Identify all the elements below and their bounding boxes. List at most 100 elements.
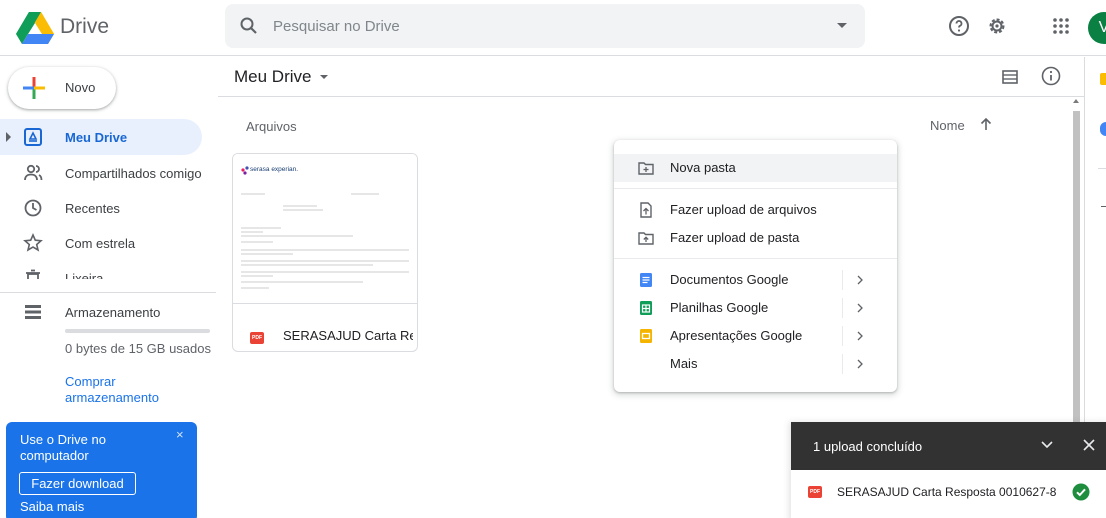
help-icon[interactable]: [947, 14, 971, 38]
expand-arrow-icon[interactable]: [6, 132, 11, 142]
settings-icon[interactable]: [985, 14, 1009, 38]
menu-item-label: Fazer upload de arquivos: [670, 202, 817, 217]
menu-item-google-slides[interactable]: Apresentações Google: [614, 322, 897, 350]
pdf-file-icon: PDF: [250, 332, 264, 344]
upload-panel-header: 1 upload concluído: [791, 422, 1106, 470]
menu-item-label: Planilhas Google: [670, 300, 769, 315]
plus-icon: [23, 77, 45, 99]
menu-item-separator: [842, 354, 843, 374]
calendar-addon-icon[interactable]: [1100, 73, 1106, 85]
files-section-label: Arquivos: [246, 119, 297, 134]
sidebar-item-trash[interactable]: Lixeira: [0, 260, 202, 279]
search-options-icon[interactable]: [837, 23, 847, 28]
close-icon[interactable]: ×: [176, 427, 184, 442]
sidebar-item-label: Meu Drive: [65, 130, 128, 145]
chevron-down-icon[interactable]: [1041, 441, 1053, 449]
user-avatar[interactable]: V: [1088, 12, 1106, 44]
file-card[interactable]: serasa experian. PDF SERASAJUD Carta Re.…: [232, 153, 418, 352]
new-button[interactable]: Novo: [8, 67, 116, 109]
chevron-right-icon[interactable]: [857, 331, 863, 341]
chevron-right-icon[interactable]: [857, 359, 863, 369]
menu-divider: [614, 188, 897, 189]
list-view-icon[interactable]: [1000, 67, 1020, 87]
sidebar-item-shared[interactable]: Compartilhados comigo: [0, 155, 202, 191]
pdf-file-icon: PDF: [808, 486, 822, 498]
menu-item-separator: [842, 270, 843, 290]
menu-item-more[interactable]: Mais: [614, 350, 897, 378]
menu-item-label: Apresentações Google: [670, 328, 803, 343]
sidebar-item-starred[interactable]: Com estrela: [0, 225, 202, 261]
file-name[interactable]: SERASAJUD Carta Re...: [283, 328, 413, 343]
sidebar-item-recent[interactable]: Recentes: [0, 190, 202, 226]
file-thumbnail: serasa experian.: [233, 154, 417, 303]
file-name-row[interactable]: PDF SERASAJUD Carta Re...: [233, 303, 417, 351]
search-input[interactable]: [273, 14, 813, 38]
google-sheets-icon: [640, 301, 652, 315]
add-addon-icon[interactable]: [1101, 206, 1106, 207]
download-button[interactable]: Fazer download: [19, 472, 136, 495]
menu-item-separator: [842, 298, 843, 318]
sidebar-item-label: Com estrela: [65, 236, 136, 251]
menu-divider: [614, 258, 897, 259]
menu-item-label: Nova pasta: [670, 160, 736, 175]
buy-storage-link[interactable]: Comprar armazenamento: [65, 374, 175, 406]
file-upload-icon: [640, 202, 652, 218]
chevron-down-icon[interactable]: [320, 75, 328, 79]
upload-panel-title: 1 upload concluído: [813, 439, 923, 454]
drive-logo-icon[interactable]: [16, 12, 54, 44]
sidebar-item-label: Recentes: [65, 201, 120, 216]
menu-item-label: Fazer upload de pasta: [670, 230, 800, 245]
shared-icon: [24, 164, 43, 181]
storage-usage-bar: [65, 329, 210, 333]
chevron-right-icon[interactable]: [857, 275, 863, 285]
new-folder-icon: [638, 162, 654, 175]
chevron-right-icon[interactable]: [857, 303, 863, 313]
upload-status-panel: 1 upload concluído PDF SERASAJUD Carta R…: [791, 422, 1106, 518]
storage-icon: [25, 305, 41, 319]
menu-item-upload-folder[interactable]: Fazer upload de pasta: [614, 224, 897, 252]
nav-scroll-clip: Lixeira: [0, 257, 216, 279]
check-circle-icon: [1072, 483, 1090, 501]
star-icon: [23, 233, 43, 252]
scroll-up-icon[interactable]: [1073, 99, 1079, 103]
google-docs-icon: [640, 273, 652, 287]
page-title[interactable]: Meu Drive: [234, 67, 311, 87]
main-header: Meu Drive: [218, 57, 1084, 97]
storage-usage-text: 0 bytes de 15 GB usados: [65, 341, 211, 356]
search-icon[interactable]: [239, 16, 259, 36]
my-drive-icon: [24, 128, 42, 146]
sidebar-item-storage[interactable]: Armazenamento: [0, 294, 202, 330]
google-slides-icon: [640, 329, 652, 343]
search-bar[interactable]: [225, 4, 865, 48]
close-icon[interactable]: [1082, 438, 1096, 452]
sidebar-item-label: Compartilhados comigo: [65, 166, 202, 181]
sidebar-item-my-drive[interactable]: Meu Drive: [0, 119, 202, 155]
upload-item-row[interactable]: PDF SERASAJUD Carta Resposta 0010627-87.…: [791, 470, 1106, 518]
menu-item-upload-files[interactable]: Fazer upload de arquivos: [614, 196, 897, 224]
new-button-label: Novo: [65, 80, 96, 95]
tasks-addon-icon[interactable]: [1100, 122, 1106, 136]
info-icon[interactable]: [1040, 65, 1062, 87]
thumbnail-brand-text: serasa experian.: [250, 166, 298, 173]
menu-item-label: Documentos Google: [670, 272, 789, 287]
sort-label[interactable]: Nome: [930, 118, 965, 133]
storage-label: Armazenamento: [65, 305, 161, 320]
menu-item-new-folder[interactable]: Nova pasta: [614, 154, 897, 182]
desktop-promo-card: Use o Drive no computador × Fazer downlo…: [6, 422, 197, 518]
menu-item-google-docs[interactable]: Documentos Google: [614, 266, 897, 294]
sidebar-divider: [0, 292, 216, 293]
arrow-up-icon[interactable]: [979, 116, 993, 132]
menu-item-label: Mais: [670, 356, 698, 371]
trash-icon: [26, 269, 40, 279]
new-item-menu: Nova pasta Fazer upload de arquivos Faze…: [614, 140, 897, 392]
learn-more-link[interactable]: Saiba mais: [20, 499, 84, 514]
clock-icon: [24, 199, 42, 217]
upload-file-name[interactable]: SERASAJUD Carta Resposta 0010627-87...: [837, 485, 1057, 499]
menu-item-google-sheets[interactable]: Planilhas Google: [614, 294, 897, 322]
top-bar: Drive V: [0, 0, 1106, 56]
drive-app: Drive V: [0, 0, 1106, 518]
apps-grid-icon[interactable]: [1049, 14, 1073, 38]
promo-title: Use o Drive no computador: [20, 432, 106, 463]
folder-upload-icon: [638, 232, 654, 245]
side-panel-separator: [1098, 168, 1106, 169]
